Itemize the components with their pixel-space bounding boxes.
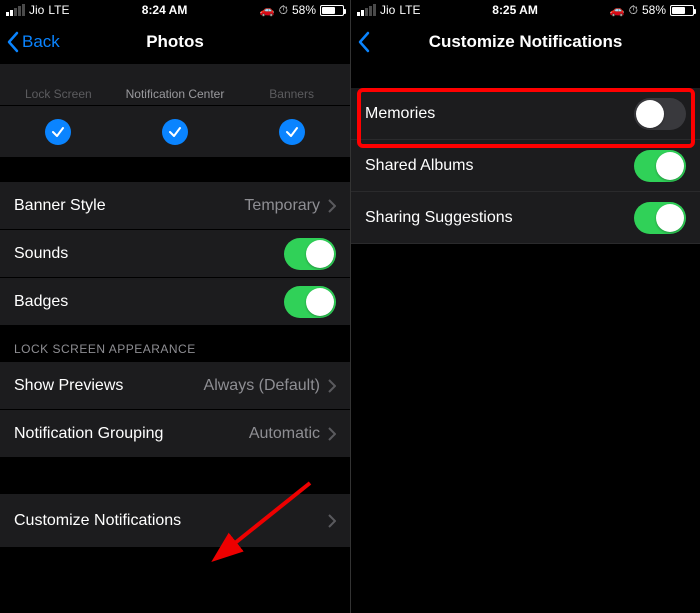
back-button[interactable]: Back (6, 20, 60, 64)
network: LTE (48, 3, 69, 17)
row-memories: Memories (351, 88, 700, 140)
back-button[interactable] (357, 20, 371, 64)
page-title: Customize Notifications (429, 32, 623, 52)
alert-check-lockscreen[interactable] (45, 119, 71, 145)
row-label: Badges (14, 293, 284, 311)
alert-type-label: Notification Center (117, 87, 233, 101)
chevron-right-icon (328, 199, 336, 213)
row-label: Notification Grouping (14, 425, 249, 443)
row-label: Shared Albums (365, 157, 634, 175)
alert-check-notifcenter[interactable] (162, 119, 188, 145)
signal-icon (6, 4, 25, 16)
content-area: Memories Shared Albums Sharing Suggestio… (351, 88, 700, 244)
row-label: Customize Notifications (14, 512, 328, 530)
toggle-shared-albums[interactable] (634, 150, 686, 182)
chevron-right-icon (328, 379, 336, 393)
row-sounds: Sounds (0, 230, 350, 278)
row-show-previews[interactable]: Show Previews Always (Default) (0, 362, 350, 410)
status-bar: Jio LTE 8:24 AM 🚗 ⏱ 58% (0, 0, 350, 20)
row-shared-albums: Shared Albums (351, 140, 700, 192)
row-label: Sounds (14, 245, 284, 263)
chevron-left-icon (357, 31, 371, 53)
chevron-right-icon (328, 427, 336, 441)
carplay-icon: 🚗 (610, 3, 625, 17)
toggle-sounds[interactable] (284, 238, 336, 270)
carrier: Jio (380, 3, 395, 17)
row-value: Always (Default) (204, 377, 320, 395)
back-label: Back (22, 32, 60, 52)
alert-type-label: Banners (234, 87, 350, 101)
battery-pct: 58% (292, 3, 316, 17)
alert-type-label: Lock Screen (1, 87, 117, 101)
section-header: LOCK SCREEN APPEARANCE (0, 326, 350, 362)
battery-icon (320, 5, 344, 16)
network: LTE (399, 3, 420, 17)
status-time: 8:24 AM (142, 3, 188, 17)
toggle-badges[interactable] (284, 286, 336, 318)
left-screenshot: Jio LTE 8:24 AM 🚗 ⏱ 58% Back Photos Lock… (0, 0, 350, 613)
alarm-icon: ⏱ (629, 3, 638, 18)
row-label: Banner Style (14, 197, 244, 215)
row-customize-notifications[interactable]: Customize Notifications (0, 494, 350, 548)
row-banner-style[interactable]: Banner Style Temporary (0, 182, 350, 230)
nav-bar: Customize Notifications (351, 20, 700, 64)
signal-icon (357, 4, 376, 16)
toggle-sharing-suggestions[interactable] (634, 202, 686, 234)
row-sharing-suggestions: Sharing Suggestions (351, 192, 700, 244)
status-time: 8:25 AM (492, 3, 538, 17)
content-area: Lock Screen Notification Center Banners … (0, 64, 350, 548)
row-label: Memories (365, 105, 634, 123)
alert-types-section: Lock Screen Notification Center Banners (0, 64, 350, 106)
alert-check-banners[interactable] (279, 119, 305, 145)
toggle-memories[interactable] (634, 98, 686, 130)
battery-icon (670, 5, 694, 16)
battery-pct: 58% (642, 3, 666, 17)
carrier: Jio (29, 3, 44, 17)
chevron-left-icon (6, 31, 20, 53)
chevron-right-icon (328, 514, 336, 528)
nav-bar: Back Photos (0, 20, 350, 64)
alert-check-row (0, 106, 350, 158)
alarm-icon: ⏱ (279, 3, 288, 18)
row-label: Show Previews (14, 377, 204, 395)
row-value: Temporary (244, 197, 320, 215)
row-notif-grouping[interactable]: Notification Grouping Automatic (0, 410, 350, 458)
page-title: Photos (146, 32, 204, 52)
row-value: Automatic (249, 425, 320, 443)
row-badges: Badges (0, 278, 350, 326)
right-screenshot: Jio LTE 8:25 AM 🚗 ⏱ 58% Customize Notifi… (350, 0, 700, 613)
carplay-icon: 🚗 (260, 3, 275, 17)
row-label: Sharing Suggestions (365, 209, 634, 227)
status-bar: Jio LTE 8:25 AM 🚗 ⏱ 58% (351, 0, 700, 20)
